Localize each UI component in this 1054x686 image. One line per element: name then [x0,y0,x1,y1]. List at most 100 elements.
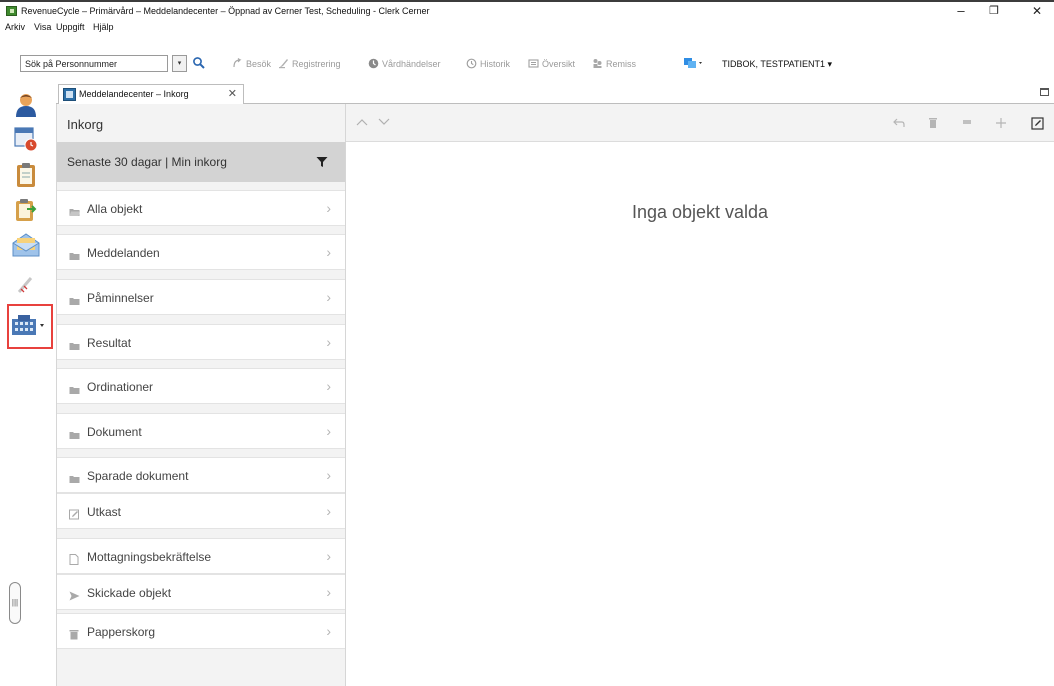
tab-meddelandecenter-inkorg[interactable]: Meddelandecenter – Inkorg ✕ [58,84,244,105]
clipboard-export-icon [16,199,37,221]
folder-row-ordinationer[interactable]: Ordinationer › [57,368,345,404]
folder-row-utkast[interactable]: Utkast › [57,493,345,529]
current-patient-selector[interactable]: TIDBOK, TESTPATIENT1 ▾ [722,59,832,70]
folder-icon [69,471,80,483]
search-icon[interactable] [192,56,206,70]
title-bar: RevenueCycle – Primärvård – Meddelandece… [0,2,1054,20]
menu-uppgift[interactable]: Uppgift [56,22,85,32]
care-events-icon [368,58,379,69]
compose-icon [1030,116,1044,130]
vardhandelser-button[interactable]: Vårdhändelser [368,58,441,69]
chevron-up-icon [356,119,368,126]
folder-row-meddelanden[interactable]: Meddelanden › [57,234,345,270]
rail-clipboard-item[interactable] [11,160,41,190]
new-item-button[interactable] [992,114,1010,132]
next-item-button[interactable] [376,114,392,130]
menu-arkiv[interactable]: Arkiv [5,22,25,32]
chevron-right-icon: › [326,378,331,394]
chevron-right-icon: › [326,244,331,260]
chevron-right-icon: › [326,334,331,350]
flag-button[interactable] [958,114,976,132]
folder-row-dokument[interactable]: Dokument › [57,413,345,449]
message-center-icon [63,88,76,101]
chevron-right-icon: › [326,467,331,483]
delete-button[interactable] [924,114,942,132]
close-button[interactable]: ✕ [1022,3,1052,19]
menu-hjalp[interactable]: Hjälp [93,22,114,32]
rail-messages-item[interactable] [11,230,41,260]
filter-summary: Senaste 30 dagar | Min inkorg [67,155,227,169]
app-icon [6,6,17,16]
envelope-icon [12,233,40,257]
inbox-filter-bar: Senaste 30 dagar | Min inkorg [57,142,345,182]
folder-label: Alla objekt [87,202,143,216]
inbox-header: Inkorg [57,104,345,142]
reply-button[interactable] [890,114,908,132]
besok-label: Besök [246,58,272,69]
rail-calendar-item[interactable] [11,124,41,154]
flag-icon [963,120,971,124]
chevron-right-icon: › [326,548,331,564]
folder-row-sparade-dokument[interactable]: Sparade dokument › [57,457,345,493]
compose-button[interactable] [1028,114,1046,132]
oversikt-label: Översikt [542,58,576,69]
overview-icon [528,59,539,68]
chevron-right-icon: › [326,584,331,600]
folder-row-mottagningsbekräftelse[interactable]: Mottagningsbekräftelse › [57,538,345,574]
folder-row-påminnelser[interactable]: Påminnelser › [57,279,345,315]
history-icon [466,58,477,69]
folder-icon [69,248,80,260]
folder-row-papperskorg[interactable]: Papperskorg › [57,613,345,649]
registrering-button[interactable]: Registrering [278,58,341,69]
folder-icon [69,427,80,439]
rail-person-item[interactable] [11,90,41,120]
chevron-right-icon: › [326,200,331,216]
chevron-right-icon: › [326,289,331,305]
no-selection-message: Inga objekt valda [631,202,769,222]
folder-row-alla-objekt[interactable]: Alla objekt › [57,190,345,226]
folder-label: Skickade objekt [87,586,172,600]
folder-label: Sparade dokument [87,469,189,483]
registrering-label: Registrering [292,58,341,69]
person-icon [16,94,36,117]
folder-label: Mottagningsbekräftelse [87,550,212,564]
remiss-label: Remiss [606,58,637,69]
folder-open-icon [69,204,80,216]
rail-stamp-item[interactable] [11,270,41,300]
tab-close-icon[interactable]: ✕ [228,87,237,100]
referral-icon [593,59,602,68]
historik-button[interactable]: Historik [466,58,510,69]
pencil-square-icon [69,507,80,520]
folder-row-skickade-objekt[interactable]: Skickade objekt › [57,574,345,610]
filter-button[interactable] [309,150,335,174]
besok-button[interactable]: Besök [232,58,271,69]
personnummer-search-input[interactable] [20,55,168,72]
previous-item-button[interactable] [354,114,370,130]
panel-maximize-icon[interactable] [1040,88,1049,96]
minimize-button[interactable]: – [946,3,976,19]
search-type-dropdown[interactable]: ▾ [172,55,187,72]
chevron-right-icon: › [326,623,331,639]
patient-switch-icon[interactable] [683,55,705,71]
send-icon [69,588,80,601]
reply-icon [893,118,905,127]
inbox-panel: Inkorg Senaste 30 dagar | Min inkorg All… [56,104,346,686]
rail-clipboard-arrow-item[interactable] [11,194,41,224]
menu-visa[interactable]: Visa [34,22,51,32]
rail-organization-item[interactable] [8,310,48,340]
clipboard-icon [17,163,35,187]
trash-icon [929,118,937,128]
folder-row-resultat[interactable]: Resultat › [57,324,345,360]
folder-icon [69,293,80,305]
folder-label: Påminnelser [87,291,154,305]
remiss-button[interactable]: Remiss [592,58,636,69]
chevron-down-icon [378,118,390,125]
chevron-right-icon: › [326,503,331,519]
maximize-button[interactable]: ❐ [979,3,1009,19]
rail-collapse-handle[interactable]: ||| [9,582,21,624]
folder-label: Meddelanden [87,246,160,260]
navigation-rail: ||| [0,82,56,686]
oversikt-button[interactable]: Översikt [528,58,575,69]
main-toolbar: ▾ Besök Registrering Vårdhändelser Histo… [0,34,1054,82]
trash-icon [69,627,80,640]
